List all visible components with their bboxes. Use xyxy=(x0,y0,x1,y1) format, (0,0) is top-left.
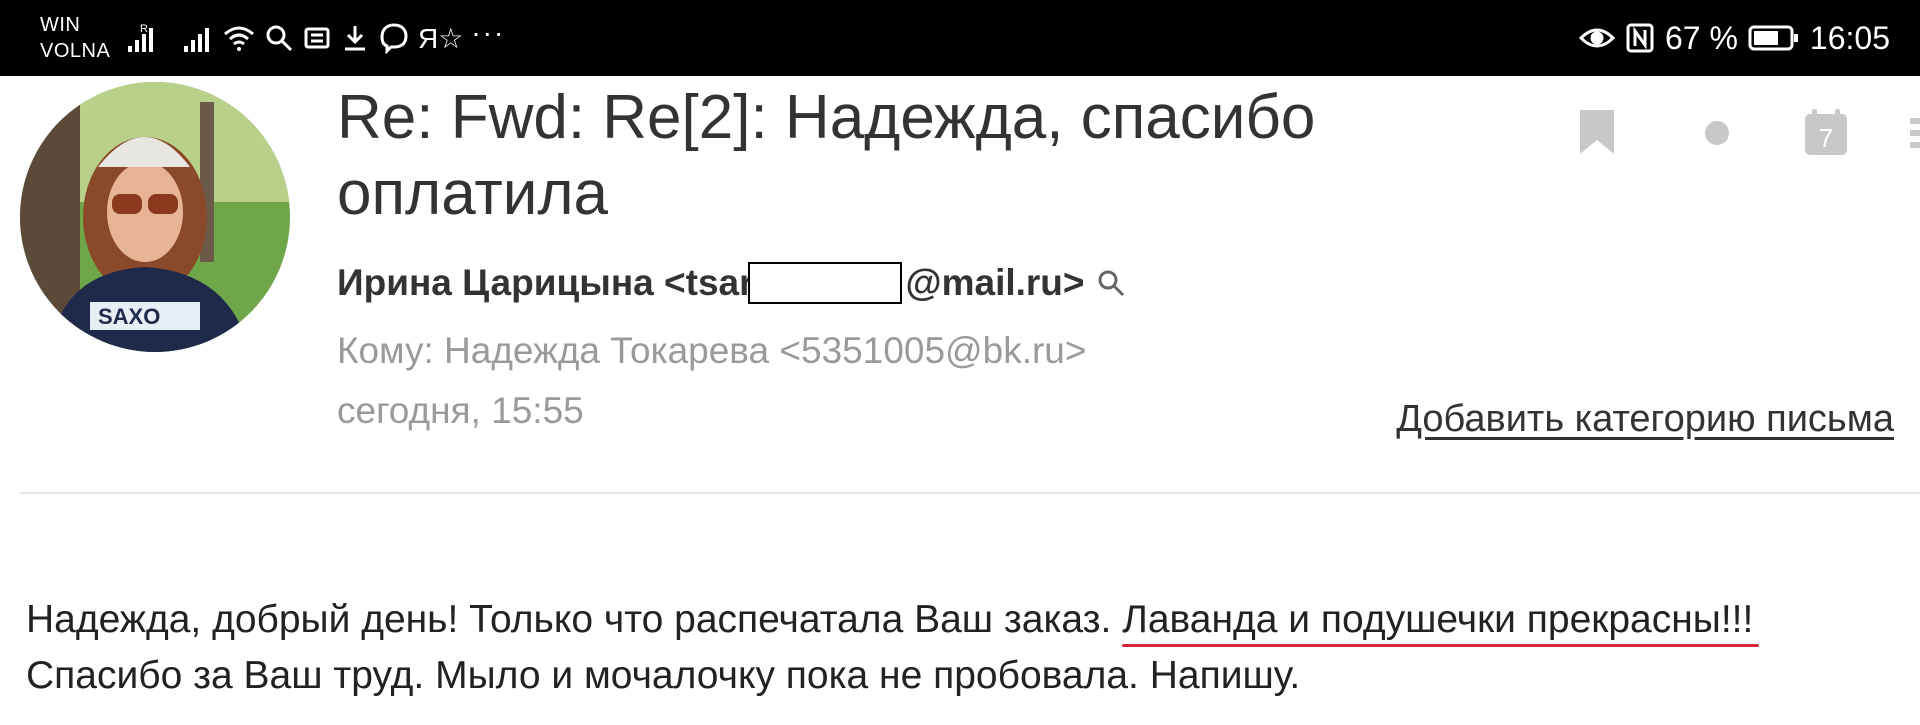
search-icon xyxy=(264,23,294,53)
clock: 16:05 xyxy=(1809,19,1890,56)
email-subject: Re: Fwd: Re[2]: Надежда, спасибо оплатил… xyxy=(337,83,1316,228)
calendar-icon[interactable]: 7 xyxy=(1804,108,1848,161)
red-underline xyxy=(1122,644,1760,647)
calendar-day: 7 xyxy=(1819,123,1833,153)
svg-text:SAXO: SAXO xyxy=(98,304,160,329)
add-category-link[interactable]: Добавить категорию письма xyxy=(1396,398,1894,441)
recipient-line[interactable]: Кому: Надежда Токарева <5351005@bk.ru> xyxy=(337,330,1087,372)
body-text-line-2: Спасибо за Ваш труд. Мыло и мочалочку по… xyxy=(26,654,1301,697)
wifi-icon xyxy=(222,22,256,54)
roaming-badge: R xyxy=(140,23,148,35)
yandex-icon: Я☆ xyxy=(418,22,464,54)
news-icon xyxy=(302,23,332,53)
unread-dot-icon[interactable] xyxy=(1704,120,1730,151)
battery-percent: 67 % xyxy=(1664,19,1738,56)
eye-icon xyxy=(1578,24,1615,52)
signal-roaming-icon: R xyxy=(126,22,160,54)
carrier-label: WIN VOLNA xyxy=(40,12,110,64)
highlighted-text-content: Лаванда и подушечки прекрасны!!! xyxy=(1122,598,1754,641)
viber-icon xyxy=(378,22,410,54)
sender-email-suffix: @mail.ru> xyxy=(905,262,1085,303)
sender-avatar: SAXO xyxy=(20,82,290,352)
status-bar: WIN VOLNA R Я☆ ··· 67 % 16:05 xyxy=(0,0,1920,76)
carrier-line-1: WIN xyxy=(40,14,81,36)
battery-icon xyxy=(1748,24,1800,52)
sender-line[interactable]: Ирина Царицына <tsar @mail.ru> xyxy=(337,262,1125,304)
body-text-plain: Надежда, добрый день! Только что распеча… xyxy=(26,598,1123,641)
header-divider xyxy=(20,492,1920,494)
email-date: сегодня, 15:55 xyxy=(337,390,584,431)
status-left-icons: R Я☆ ··· xyxy=(126,17,513,56)
redaction-box xyxy=(747,262,902,304)
carrier-line-2: VOLNA xyxy=(40,40,111,62)
more-notifications-icon: ··· xyxy=(471,17,506,48)
signal-icon xyxy=(182,22,214,54)
download-icon xyxy=(340,23,370,53)
search-sender-icon[interactable] xyxy=(1097,269,1125,297)
email-body: Надежда, добрый день! Только что распеча… xyxy=(26,592,1906,704)
status-right: 67 % 16:05 xyxy=(1569,16,1890,60)
bookmark-icon[interactable] xyxy=(1578,108,1616,161)
nfc-icon xyxy=(1625,22,1655,54)
highlighted-text: Лаванда и подушечки прекрасны!!! xyxy=(1122,598,1760,647)
sender-name-prefix: Ирина Царицына <tsar xyxy=(337,262,754,303)
more-icon[interactable] xyxy=(1910,108,1920,161)
